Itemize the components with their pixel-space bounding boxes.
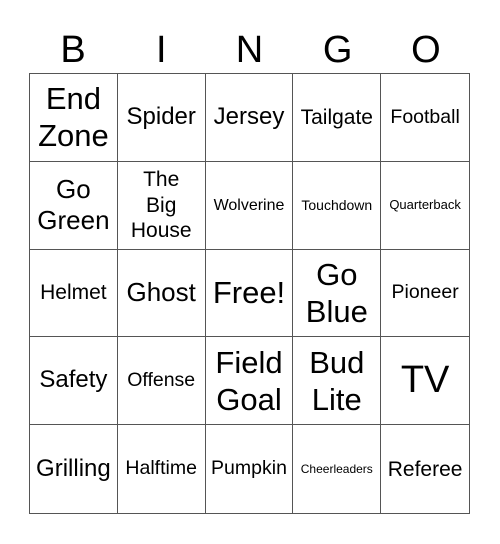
bingo-cell[interactable]: Wolverine [205, 161, 294, 250]
bingo-cell[interactable]: Cheerleaders [293, 425, 382, 513]
bingo-cell-text: Jersey [213, 103, 285, 130]
bingo-cell[interactable]: Helmet [30, 249, 118, 338]
bingo-cell[interactable]: Grilling [30, 425, 118, 513]
bingo-cell-text: Ghost [126, 277, 196, 308]
bingo-cell-text: Cheerleaders [300, 461, 373, 476]
bingo-cell-text: Pumpkin [211, 457, 287, 480]
bingo-cell-text: Safety [39, 366, 108, 394]
bingo-cell[interactable]: Go Blue [293, 249, 382, 338]
bingo-cell-text: Touchdown [301, 196, 373, 213]
bingo-cell[interactable]: Bud Lite [293, 337, 382, 426]
bingo-cell[interactable]: End Zone [30, 74, 118, 162]
bingo-cell-text: Wolverine [213, 196, 285, 214]
bingo-cell[interactable]: Spider [117, 74, 206, 162]
bingo-cell[interactable]: Offense [117, 337, 206, 426]
bingo-cell-text: Pioneer [391, 281, 459, 304]
header-letter-i: I [156, 29, 167, 71]
bingo-cell[interactable]: The Big House [117, 161, 206, 250]
bingo-cell[interactable]: Quarterback [381, 162, 469, 250]
bingo-cell[interactable]: Ghost [117, 249, 206, 338]
bingo-grid: End Zone Spider Jersey Tailgate Football Go G… [29, 73, 470, 514]
bingo-cell-text: Grilling [36, 454, 111, 482]
bingo-cell-text: Go Green [37, 174, 110, 236]
bingo-cell[interactable]: TV [381, 337, 469, 426]
bingo-cell[interactable]: Referee [381, 425, 469, 513]
bingo-cell[interactable]: Football [381, 74, 469, 162]
bingo-cell[interactable]: Pumpkin [206, 425, 294, 513]
bingo-cell-text: Referee [387, 457, 463, 481]
bingo-cell-text: The Big House [130, 168, 192, 242]
bingo-cell-text: Offense [127, 369, 196, 392]
bingo-cell-text: Bud Lite [309, 344, 365, 417]
header-letter-b: B [60, 29, 86, 71]
bingo-cell[interactable]: Tailgate [293, 74, 382, 162]
bingo-cell-text: Spider [126, 103, 196, 130]
bingo-cell-text: Field Goal [215, 344, 283, 417]
bingo-cell[interactable]: Free! [205, 249, 294, 338]
bingo-cell[interactable]: Safety [30, 337, 118, 426]
bingo-cell[interactable]: Field Goal [205, 337, 294, 426]
bingo-cell[interactable]: Go Green [30, 161, 118, 250]
bingo-cell[interactable]: Halftime [118, 425, 206, 513]
bingo-cell[interactable]: Jersey [205, 74, 294, 162]
bingo-cell-text: TV [400, 358, 450, 401]
bingo-cell-text: Quarterback [389, 197, 461, 213]
bingo-cell-text: Helmet [40, 281, 107, 305]
bingo-cell-text: Go Blue [305, 256, 368, 329]
bingo-cell[interactable]: Touchdown [293, 161, 382, 250]
bingo-cell-text: Football [390, 105, 460, 128]
bingo-cell-text: End Zone [38, 81, 109, 154]
bingo-cell-text: Free! [212, 275, 286, 311]
header-letter-o: O [411, 29, 441, 71]
header-letter-n: N [235, 29, 264, 71]
bingo-header: B I N G O [29, 27, 470, 73]
bingo-cell-text: Tailgate [300, 105, 373, 129]
header-letter-g: G [322, 29, 353, 71]
bingo-cell[interactable]: Pioneer [381, 250, 469, 338]
bingo-cell-text: Halftime [125, 457, 197, 480]
